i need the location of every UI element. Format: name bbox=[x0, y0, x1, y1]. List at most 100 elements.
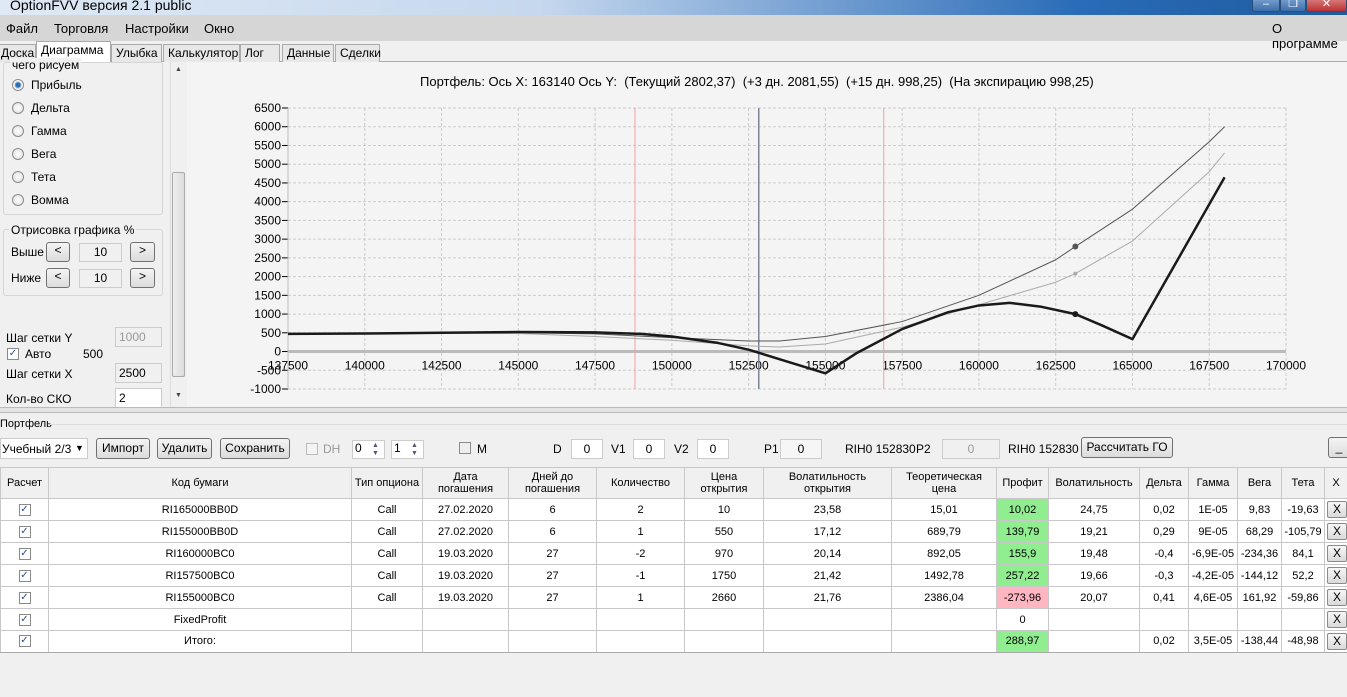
tab-log[interactable]: Лог bbox=[240, 44, 280, 62]
column-header[interactable]: X bbox=[1324, 467, 1347, 499]
column-header[interactable]: Расчет bbox=[0, 467, 49, 499]
calc-checkbox[interactable]: ✓ bbox=[18, 525, 31, 538]
delete-button[interactable]: Удалить bbox=[157, 438, 212, 459]
delete-row-button[interactable]: X bbox=[1327, 589, 1347, 606]
restore-button[interactable]: ❐ bbox=[1280, 0, 1306, 12]
menu-settings[interactable]: Настройки bbox=[125, 21, 189, 36]
table-row[interactable]: ✓ RI157500BC0 Call 19.03.2020 27 -1 1750 21,42 1… bbox=[0, 564, 1347, 587]
sko-input[interactable]: 2 bbox=[115, 388, 162, 408]
dh-checkbox[interactable] bbox=[306, 443, 318, 455]
panel-splitter[interactable] bbox=[0, 407, 1347, 413]
tab-deals[interactable]: Сделки bbox=[335, 44, 381, 62]
above-decrease-button[interactable]: < bbox=[46, 242, 70, 262]
calc-checkbox[interactable]: ✓ bbox=[18, 547, 31, 560]
column-header[interactable]: Количество bbox=[596, 467, 685, 499]
v1-input[interactable]: 0 bbox=[633, 439, 665, 459]
column-header[interactable]: Дата погашения bbox=[422, 467, 509, 499]
table-row[interactable]: ✓ RI160000BC0 Call 19.03.2020 27 -2 970 20,14 89… bbox=[0, 542, 1347, 565]
radio-3[interactable] bbox=[12, 148, 24, 160]
calc-cell[interactable]: ✓ bbox=[0, 564, 49, 587]
table-row[interactable]: ✓ RI165000BB0D Call 27.02.2020 6 2 10 23,58 15,0… bbox=[0, 498, 1347, 521]
above-value[interactable]: 10 bbox=[79, 243, 122, 262]
radio-1[interactable] bbox=[12, 102, 24, 114]
close-button[interactable]: ✕ bbox=[1306, 0, 1347, 12]
calc-cell[interactable]: ✓ bbox=[0, 520, 49, 543]
scroll-down-icon[interactable]: ▼ bbox=[175, 392, 182, 399]
table-row[interactable]: ✓ RI155000BB0D Call 27.02.2020 6 1 550 17,12 689… bbox=[0, 520, 1347, 543]
p2-input[interactable]: 0 bbox=[942, 439, 1000, 459]
import-button[interactable]: Импорт bbox=[96, 438, 150, 459]
above-increase-button[interactable]: > bbox=[130, 242, 155, 262]
tab-calculator[interactable]: Калькулятор bbox=[163, 44, 240, 62]
y-tick-label: 4000 bbox=[254, 195, 281, 209]
column-header[interactable]: Дельта bbox=[1139, 467, 1189, 499]
table-row[interactable]: ✓ FixedProfit 0 X bbox=[0, 608, 1347, 631]
calc-checkbox[interactable]: ✓ bbox=[18, 591, 31, 604]
spin-arrows-icon[interactable]: ▲ ▼ bbox=[372, 442, 379, 458]
portfolio-select[interactable]: Учебный 2/3 ▼ bbox=[0, 438, 88, 459]
minimize-button[interactable]: – bbox=[1252, 0, 1280, 12]
table-row[interactable]: ✓ RI155000BC0 Call 19.03.2020 27 1 2660 21,76 23… bbox=[0, 586, 1347, 609]
tab-smile[interactable]: Улыбка bbox=[111, 44, 162, 62]
payoff-chart[interactable]: 137500 140000 142500 145000 147500 150000 1525… bbox=[187, 62, 1347, 407]
column-header[interactable]: Вега bbox=[1237, 467, 1282, 499]
spin-2[interactable]: 1 ▲ ▼ bbox=[391, 440, 424, 459]
column-header[interactable]: Цена открытия bbox=[684, 467, 764, 499]
calc-cell[interactable]: ✓ bbox=[0, 542, 49, 565]
column-header[interactable]: Профит bbox=[996, 467, 1049, 499]
y-tick-label: 0 bbox=[274, 345, 281, 359]
column-header[interactable]: Волатильность bbox=[1048, 467, 1140, 499]
save-button[interactable]: Сохранить bbox=[220, 438, 290, 459]
column-header[interactable]: Дней до погашения bbox=[508, 467, 597, 499]
settings-panel: чего рисуем Прибыль Дельта Гамма Вега Те… bbox=[0, 58, 170, 408]
calc-cell[interactable]: ✓ bbox=[0, 608, 49, 631]
menu-file[interactable]: Файл bbox=[6, 21, 38, 36]
m-checkbox[interactable] bbox=[459, 442, 471, 454]
delete-row-button[interactable]: X bbox=[1327, 501, 1347, 518]
column-header[interactable]: Гамма bbox=[1188, 467, 1238, 499]
table-row[interactable]: ✓ Итого: 288,97 0,02 3,5E-05 -138,44 -48,98 X bbox=[0, 630, 1347, 653]
column-header[interactable]: Теоретическая цена bbox=[891, 467, 997, 499]
spin-arrows-icon[interactable]: ▲ ▼ bbox=[411, 442, 418, 458]
calc-checkbox[interactable]: ✓ bbox=[18, 613, 31, 626]
d-input[interactable]: 0 bbox=[571, 439, 603, 459]
p1-input[interactable]: 0 bbox=[780, 439, 822, 459]
delete-row-button[interactable]: X bbox=[1327, 632, 1347, 650]
column-header[interactable]: Тип опциона bbox=[351, 467, 423, 499]
radio-5[interactable] bbox=[12, 194, 24, 206]
grid-x-input[interactable]: 2500 bbox=[115, 363, 162, 383]
calc-checkbox[interactable]: ✓ bbox=[18, 635, 31, 648]
radio-2[interactable] bbox=[12, 125, 24, 137]
menu-trade[interactable]: Торговля bbox=[54, 21, 108, 36]
delete-row-button[interactable]: X bbox=[1327, 567, 1347, 584]
auto-checkbox[interactable]: ✓ bbox=[7, 348, 19, 360]
calc-cell[interactable]: ✓ bbox=[0, 630, 49, 653]
below-decrease-button[interactable]: < bbox=[46, 268, 70, 288]
below-value[interactable]: 10 bbox=[79, 269, 122, 288]
below-increase-button[interactable]: > bbox=[130, 268, 155, 288]
column-header[interactable]: Волатильность открытия bbox=[763, 467, 892, 499]
column-header[interactable]: Код бумаги bbox=[48, 467, 352, 499]
v2-input[interactable]: 0 bbox=[697, 439, 729, 459]
delete-row-button[interactable]: X bbox=[1327, 545, 1347, 562]
menu-window[interactable]: Окно bbox=[204, 21, 234, 36]
grid-y-input[interactable]: 1000 bbox=[115, 327, 162, 347]
calc-cell[interactable]: ✓ bbox=[0, 498, 49, 521]
radio-0[interactable] bbox=[12, 79, 24, 91]
calc-cell[interactable]: ✓ bbox=[0, 586, 49, 609]
calculate-margin-button[interactable]: Рассчитать ГО bbox=[1081, 437, 1173, 458]
radio-4[interactable] bbox=[12, 171, 24, 183]
column-header[interactable]: Тета bbox=[1281, 467, 1325, 499]
y-tick-label: 3500 bbox=[254, 213, 281, 227]
delete-row-button[interactable]: X bbox=[1327, 611, 1347, 628]
tab-data[interactable]: Данные bbox=[282, 44, 334, 62]
cell-vol bbox=[1048, 608, 1140, 631]
delete-row-button[interactable]: X bbox=[1327, 523, 1347, 540]
left-panel-scrollbar[interactable]: ▲ ▼ bbox=[170, 62, 186, 407]
scroll-up-icon[interactable]: ▲ bbox=[175, 66, 182, 73]
spin-1[interactable]: 0 ▲ ▼ bbox=[352, 440, 385, 459]
calc-checkbox[interactable]: ✓ bbox=[18, 569, 31, 582]
calc-checkbox[interactable]: ✓ bbox=[18, 503, 31, 516]
collapse-button[interactable]: _ bbox=[1328, 437, 1347, 458]
scroll-thumb[interactable] bbox=[172, 172, 185, 377]
